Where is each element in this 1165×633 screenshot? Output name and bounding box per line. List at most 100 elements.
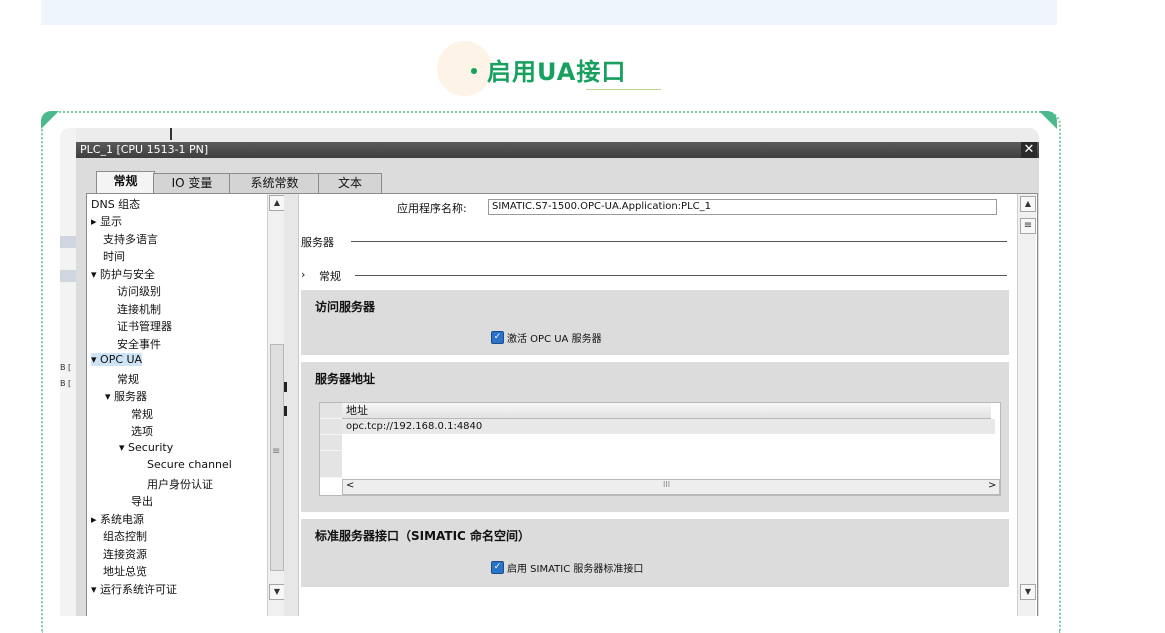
nav-item-system-power[interactable]: ▸ 系统电源 <box>91 511 144 527</box>
nav-label: 时间 <box>103 250 125 263</box>
background-band <box>60 236 76 248</box>
dialog-titlebar[interactable]: PLC_1 [CPU 1513-1 PN] ✕ <box>76 142 1039 158</box>
app-name-field[interactable]: SIMATIC.S7-1500.OPC-UA.Application:PLC_1 <box>488 199 997 215</box>
nav-label: 运行系统许可证 <box>100 583 178 596</box>
nav-label: 常规 <box>131 408 153 421</box>
nav-item-multilanguage[interactable]: 支持多语言 <box>103 231 158 247</box>
server-header-line <box>351 241 1007 242</box>
nav-item-protection-security[interactable]: ▾ 防护与安全 <box>91 266 155 282</box>
section-heading: ・启用UA接口 <box>0 40 1165 100</box>
server-address-section: 服务器地址 地址 opc.tcp://192.168.0.1:4840 < II… <box>301 362 1009 512</box>
nav-scroll-thumb[interactable] <box>270 344 284 571</box>
activate-opcua-label: 激活 OPC UA 服务器 <box>507 334 602 345</box>
nav-item-runtime-licenses[interactable]: ▾ 运行系统许可证 <box>91 581 177 597</box>
nav-label: 系统电源 <box>100 513 145 526</box>
scroll-down-icon[interactable]: ▼ <box>269 584 285 600</box>
table-corner <box>320 403 342 419</box>
nav-label: 用户身份认证 <box>147 478 213 491</box>
grip-icon: ≡ <box>272 446 281 457</box>
access-server-title: 访问服务器 <box>315 300 376 314</box>
general-header[interactable]: 常规 <box>319 268 341 284</box>
nav-item-connection-resources[interactable]: 连接资源 <box>103 546 147 562</box>
tab-texts[interactable]: 文本 <box>318 173 382 193</box>
nav-label: 证书管理器 <box>117 320 172 333</box>
nav-item-access-level[interactable]: 访问级别 <box>117 283 161 299</box>
nav-item-opc-general[interactable]: 常规 <box>117 371 139 387</box>
main-scrollbar[interactable]: ▲ ≡ ▼ <box>1017 194 1036 616</box>
nav-label: 支持多语言 <box>103 233 158 246</box>
nav-label: DNS 组态 <box>91 198 141 211</box>
nav-item-security[interactable]: ▾ Security <box>119 441 173 454</box>
nav-label: 连接机制 <box>117 303 161 316</box>
navigation-tree: DNS 组态 ▸ 显示 支持多语言 时间 ▾ 防护与安全 访问级别 连接机制 证… <box>87 194 267 616</box>
enable-simatic-interface-label: 启用 SIMATIC 服务器标准接口 <box>507 564 644 575</box>
nav-item-server[interactable]: ▾ 服务器 <box>105 388 147 404</box>
frame-corner-left <box>41 111 59 129</box>
scroll-up-icon[interactable]: ▲ <box>269 195 285 211</box>
nav-item-address-overview[interactable]: 地址总览 <box>103 563 147 579</box>
nav-item-connection-mechanism[interactable]: 连接机制 <box>117 301 161 317</box>
close-icon[interactable]: ✕ <box>1021 142 1037 158</box>
scroll-down-icon[interactable]: ▼ <box>1020 584 1036 600</box>
nav-expander: ▾ <box>119 441 129 454</box>
table-hscrollbar[interactable]: < III > <box>342 479 1000 495</box>
nav-expander: ▾ <box>105 390 115 403</box>
nav-item-display[interactable]: ▸ 显示 <box>91 213 122 229</box>
nav-expander: ▾ <box>91 353 101 366</box>
nav-item-export[interactable]: 导出 <box>131 493 153 509</box>
heading-text: ・启用UA接口 <box>462 58 627 86</box>
grip-icon[interactable]: ≡ <box>1020 218 1036 234</box>
nav-label: Secure channel <box>147 458 232 471</box>
nav-label: 连接资源 <box>103 548 147 561</box>
nav-label: 组态控制 <box>103 530 147 543</box>
nav-expander: ▾ <box>91 583 101 596</box>
table-row[interactable]: opc.tcp://192.168.0.1:4840 <box>342 419 995 434</box>
nav-item-certificate-manager[interactable]: 证书管理器 <box>117 318 172 334</box>
scroll-left-icon[interactable]: < <box>346 480 354 491</box>
enable-simatic-interface-checkbox[interactable]: ✓ <box>491 561 504 574</box>
nav-item-dns[interactable]: DNS 组态 <box>91 196 140 212</box>
properties-pane: 应用程序名称: SIMATIC.S7-1500.OPC-UA.Applicati… <box>299 194 1017 616</box>
row-number <box>320 435 342 451</box>
row-number <box>320 419 342 435</box>
server-header: 服务器 <box>301 236 334 249</box>
scroll-up-icon[interactable]: ▲ <box>1020 196 1036 212</box>
tab-system-constants[interactable]: 系统常数 <box>229 173 320 193</box>
nav-label: OPC UA <box>100 353 143 366</box>
nav-label: 防护与安全 <box>100 268 156 281</box>
nav-label: 导出 <box>131 495 153 508</box>
activate-opcua-checkbox[interactable]: ✓ <box>491 331 504 344</box>
background-band <box>60 270 76 282</box>
nav-label: 选项 <box>131 425 153 438</box>
nav-item-time[interactable]: 时间 <box>103 248 125 264</box>
frame-corner-right <box>1039 111 1057 129</box>
nav-item-user-authentication[interactable]: 用户身份认证 <box>147 476 213 492</box>
nav-item-secure-channel[interactable]: Secure channel <box>147 458 232 471</box>
app-name-label: 应用程序名称: <box>397 202 467 215</box>
splitter-mark <box>284 382 287 392</box>
nav-scrollbar[interactable]: ▲ ≡ ▼ <box>267 194 285 616</box>
background-row-label: B [ <box>60 379 72 388</box>
server-address-title: 服务器地址 <box>315 372 376 386</box>
standard-interface-title: 标准服务器接口（SIMATIC 命名空间） <box>315 529 531 543</box>
tab-io-tags[interactable]: IO 变量 <box>153 173 231 193</box>
general-header-line <box>355 275 1007 276</box>
pane-splitter[interactable] <box>284 194 299 616</box>
access-server-section: 访问服务器 ✓ 激活 OPC UA 服务器 <box>301 290 1009 355</box>
nav-expander: ▸ <box>91 513 101 526</box>
general-expander-icon[interactable]: › <box>301 268 305 281</box>
nav-item-server-general[interactable]: 常规 <box>131 406 153 422</box>
nav-item-security-events[interactable]: 安全事件 <box>117 336 161 352</box>
address-column-header[interactable]: 地址 <box>342 403 991 419</box>
nav-label: 访问级别 <box>117 285 161 298</box>
nav-expander: ▾ <box>91 268 101 281</box>
background-row-label: B [ <box>60 363 72 372</box>
nav-label: 地址总览 <box>103 565 147 578</box>
nav-item-opc-ua[interactable]: ▾ OPC UA <box>91 353 143 366</box>
standard-server-interface-section: 标准服务器接口（SIMATIC 命名空间） ✓ 启用 SIMATIC 服务器标准… <box>301 519 1009 587</box>
nav-item-options[interactable]: 选项 <box>131 423 153 439</box>
tab-general[interactable]: 常规 <box>96 171 155 194</box>
scroll-right-icon[interactable]: > <box>988 480 996 491</box>
nav-expander: ▸ <box>91 215 101 228</box>
nav-item-configuration-control[interactable]: 组态控制 <box>103 528 147 544</box>
